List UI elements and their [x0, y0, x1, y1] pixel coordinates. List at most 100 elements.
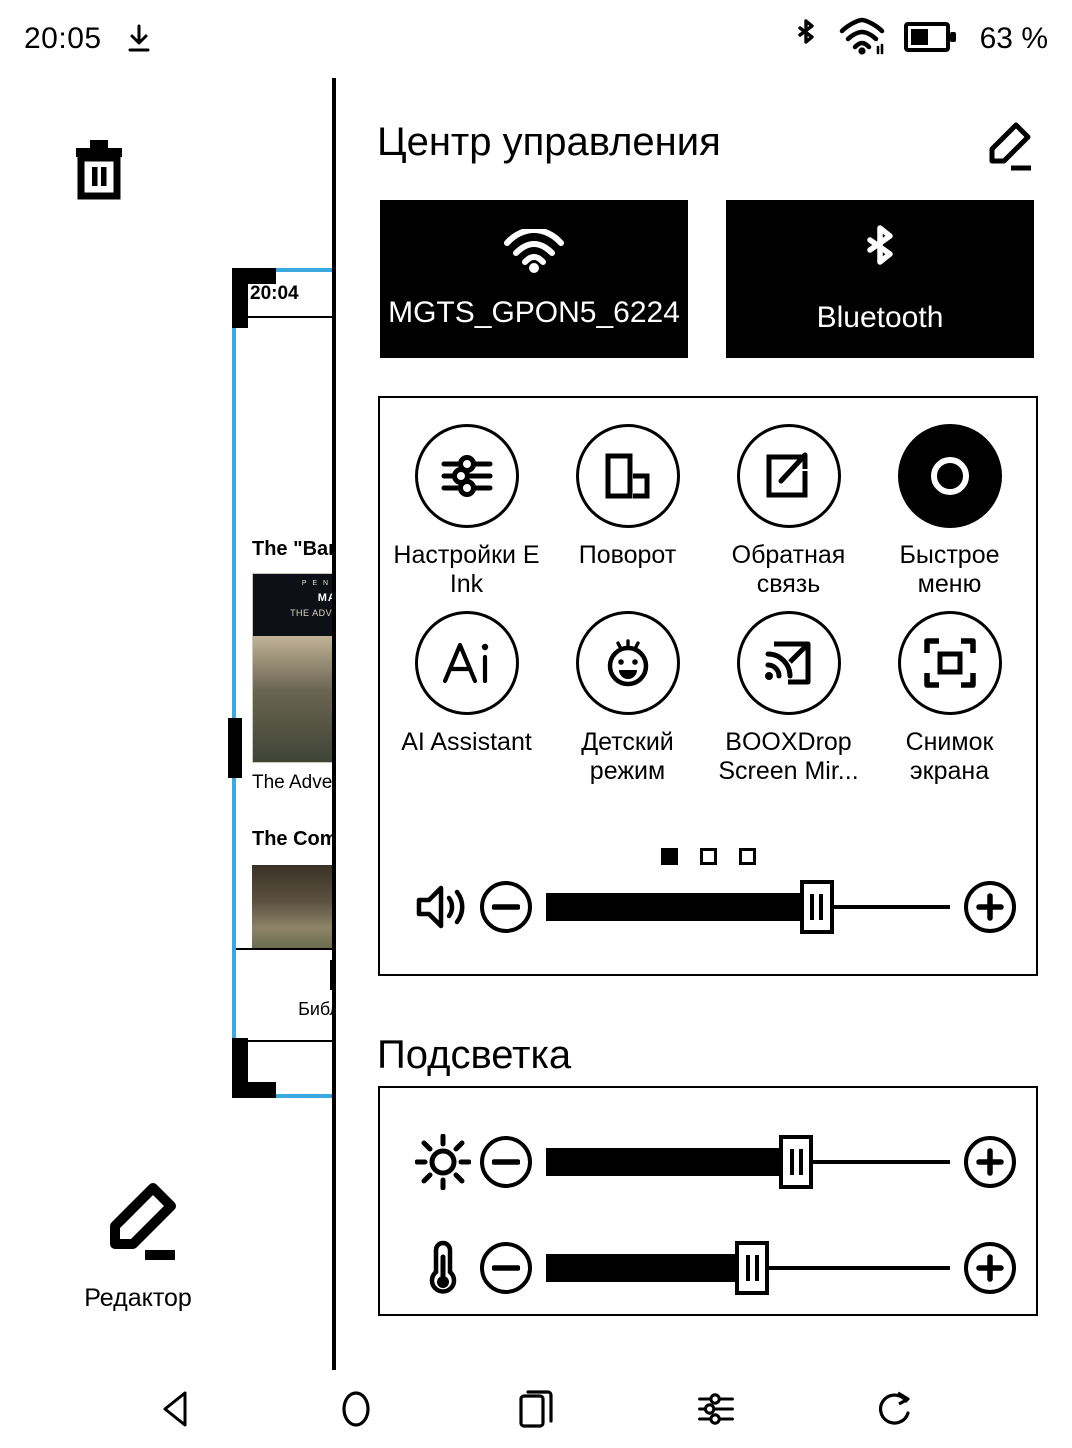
feedback-icon — [736, 424, 841, 528]
brightness-decrease-button[interactable] — [480, 1136, 532, 1188]
book-cover-image: P E N G U I N C L A MARK TWA THE ADVENTU… — [252, 573, 332, 763]
toggle-label: Настройки E Ink — [393, 541, 540, 598]
wifi-tile-label: MGTS_GPON5_6224 — [388, 295, 680, 329]
toggle-label: Детский режим — [581, 728, 674, 785]
screen-mirror-icon — [736, 611, 841, 715]
editor-shortcut[interactable]: Редактор — [78, 1183, 198, 1313]
status-bar-time: 20:05 — [24, 22, 102, 55]
page-dot-3[interactable] — [738, 848, 756, 865]
brightness-track-fill — [546, 1148, 797, 1176]
toggle-label: Обратная связь — [731, 541, 846, 598]
recents-card-body: Recomme The "Banne P E N G U I N C L A M… — [236, 318, 332, 955]
selection-corner-bottom-v — [232, 1038, 248, 1098]
recents-card-heading-1: The "Banne — [252, 538, 332, 560]
brightness-slider-track[interactable] — [546, 1135, 950, 1189]
sliders-icon — [698, 1393, 734, 1425]
battery-icon — [903, 20, 958, 59]
toggle-label: Поворот — [578, 541, 677, 569]
volume-slider-handle[interactable] — [799, 880, 834, 934]
recents-button[interactable] — [446, 1388, 626, 1430]
scroll-indicator — [228, 718, 242, 778]
brightness-slider-row — [406, 1134, 1016, 1190]
warmth-slider-row — [406, 1239, 1016, 1297]
warmth-track-fill — [546, 1254, 753, 1282]
book-caption: The Adventu Tom Sawyer — [252, 772, 332, 793]
status-bar-indicators: 63 % — [792, 17, 1048, 62]
page-dot-1[interactable] — [660, 848, 678, 865]
recents-card[interactable]: 20:04 Recomme The "Banne P E N G U I N C… — [232, 268, 332, 1098]
book-cover-image-2 — [252, 865, 332, 955]
selection-corner-top-v — [232, 268, 248, 328]
navigation-bar — [0, 1370, 1072, 1448]
toggle-kids-mode[interactable]: Детский режим — [547, 599, 708, 786]
recents-card-tabbar[interactable]: Библиотека — [236, 948, 332, 1038]
warmth-decrease-button[interactable] — [480, 1242, 532, 1294]
warmth-slider-track[interactable] — [546, 1241, 950, 1295]
toggle-screen-mirror[interactable]: BOOXDrop Screen Mir... — [708, 599, 869, 786]
brightness-increase-button[interactable] — [964, 1136, 1016, 1188]
toggle-label: Быстрое меню — [899, 541, 1000, 598]
toggle-feedback[interactable]: Обратная связь — [708, 412, 869, 599]
recents-card-heading-2: The Compl — [252, 828, 332, 850]
toggle-eink-settings[interactable]: Настройки E Ink — [386, 412, 547, 599]
bluetooth-icon — [858, 224, 902, 285]
brightness-icon — [406, 1134, 480, 1190]
quick-toggles-grid: Настройки E Ink Поворот Обратная связь Б… — [380, 398, 1036, 786]
recents-card-time: 20:04 — [250, 283, 299, 304]
wifi-tile[interactable]: MGTS_GPON5_6224 — [380, 200, 688, 358]
volume-slider-track[interactable] — [546, 880, 950, 934]
warmth-increase-button[interactable] — [964, 1242, 1016, 1294]
warmth-slider-handle[interactable] — [735, 1241, 770, 1295]
refresh-button[interactable] — [806, 1389, 986, 1429]
volume-icon — [406, 882, 480, 932]
recents-icon — [519, 1390, 553, 1428]
backlight-title: Подсветка — [377, 1033, 572, 1077]
editor-shortcut-label: Редактор — [84, 1284, 192, 1312]
settings-button[interactable] — [626, 1390, 806, 1428]
volume-decrease-button[interactable] — [480, 881, 532, 933]
book-cover-title: THE ADVENTU TOM SAWY — [290, 608, 332, 618]
home-button[interactable] — [266, 1389, 446, 1429]
back-button[interactable] — [86, 1390, 266, 1428]
refresh-icon — [878, 1391, 910, 1425]
ai-icon — [414, 611, 519, 715]
triangle-back-icon — [163, 1391, 187, 1427]
toggle-ai-assistant[interactable]: AI Assistant — [386, 599, 547, 786]
book-cover-publisher: P E N G U I N C L A — [301, 580, 332, 587]
pencil-icon — [110, 1183, 176, 1260]
page-dot-2[interactable] — [699, 848, 717, 865]
book-cover-author: MARK TWA — [317, 592, 332, 604]
recents-background: 20:04 Recomme The "Banne P E N G U I N C… — [0, 78, 332, 1370]
toggle-rotation[interactable]: Поворот — [547, 412, 708, 599]
volume-increase-button[interactable] — [964, 881, 1016, 933]
toggle-label: Снимок экрана — [905, 728, 994, 785]
toggle-label: AI Assistant — [401, 728, 532, 756]
battery-percent: 63 % — [979, 22, 1048, 55]
page-indicator — [380, 848, 1036, 865]
edit-button[interactable] — [978, 122, 1034, 179]
backlight-panel — [378, 1086, 1038, 1316]
wifi-icon — [838, 17, 886, 62]
recents-card-trophy-label: Recomme — [252, 483, 332, 504]
volume-track-fill — [546, 893, 817, 921]
trash-icon[interactable] — [70, 138, 128, 205]
bluetooth-icon — [792, 17, 820, 62]
quick-menu-icon — [897, 424, 1002, 528]
pencil-edit-icon — [989, 122, 1031, 171]
eink-settings-icon — [414, 424, 519, 528]
screenshot-icon — [897, 611, 1002, 715]
status-bar: 20:05 63 % — [0, 0, 1072, 78]
warmth-icon — [406, 1239, 480, 1297]
control-center-panel: Центр управления MGTS_GPON5_6224 Bluetoo… — [332, 78, 1072, 1370]
quick-toggles-panel: Настройки E Ink Поворот Обратная связь Б… — [378, 396, 1038, 976]
recents-card-tab-label: Библиотека — [298, 999, 332, 1019]
kids-mode-icon — [575, 611, 680, 715]
rotate-icon — [575, 424, 680, 528]
volume-slider-row — [406, 880, 1016, 934]
toggle-screenshot[interactable]: Снимок экрана — [869, 599, 1030, 786]
toggle-quick-menu[interactable]: Быстрое меню — [869, 412, 1030, 599]
bluetooth-tile[interactable]: Bluetooth — [726, 200, 1034, 358]
brightness-slider-handle[interactable] — [779, 1135, 814, 1189]
circle-home-icon — [342, 1391, 370, 1427]
toggle-label: BOOXDrop Screen Mir... — [718, 728, 859, 785]
